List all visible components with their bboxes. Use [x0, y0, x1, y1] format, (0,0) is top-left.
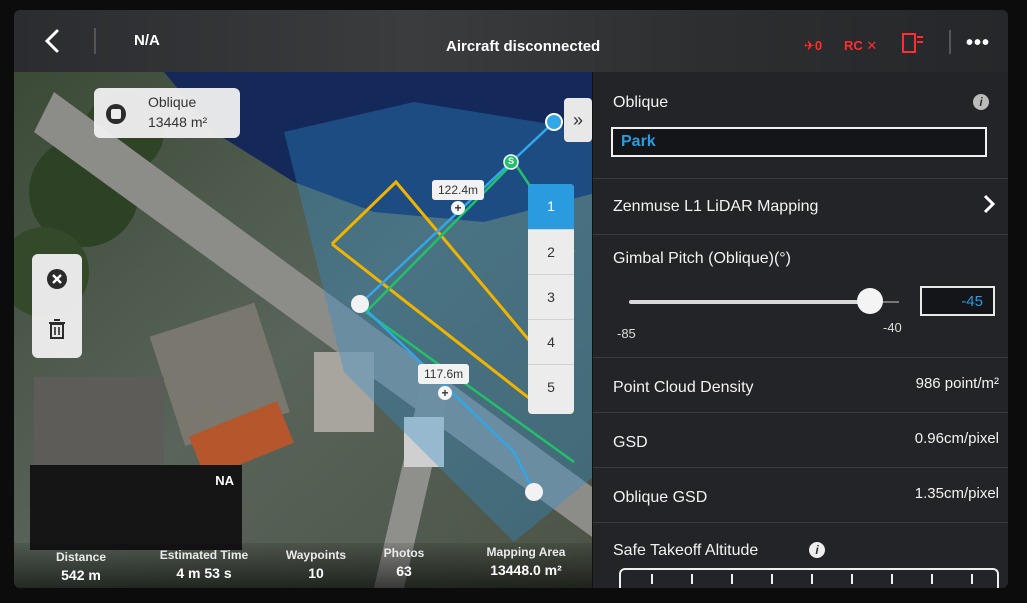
- slider-min-label: -85: [617, 326, 636, 341]
- delete-button[interactable]: [44, 316, 70, 342]
- waypoint-item[interactable]: 2: [528, 229, 574, 275]
- oblique-gsd-label: Oblique GSD: [613, 489, 708, 506]
- top-bar: N/A Aircraft disconnected ✈0 RC ✕ •••: [14, 10, 1008, 72]
- gsd-label: GSD: [613, 434, 648, 451]
- stats-bar: Distance 542 m Estimated Time 4 m 53 s W…: [14, 543, 599, 588]
- rc-status: RC ✕: [844, 38, 878, 53]
- divider: [94, 28, 96, 54]
- chevron-right-icon: [981, 194, 997, 219]
- settings-panel: Oblique i Zenmuse L1 LiDAR Mapping Gimba…: [592, 72, 1008, 588]
- stat-photos: Photos 63: [366, 546, 442, 579]
- gimbal-pitch-input[interactable]: [920, 286, 995, 316]
- mission-stats: NA Distance 542 m Estimated Time 4 m 53 …: [14, 465, 599, 588]
- area-name: Oblique: [148, 94, 197, 110]
- safe-takeoff-row: Safe Takeoff Altitude i: [593, 522, 1008, 588]
- signal-status: N/A: [134, 32, 160, 49]
- gimbal-pitch-row: Gimbal Pitch (Oblique)(°) -85 -40: [593, 234, 1008, 358]
- area-info-card: Oblique 13448 m²: [94, 88, 240, 138]
- chevron-left-icon: [44, 29, 59, 53]
- waypoint-item[interactable]: 5: [528, 364, 574, 410]
- altitude-ruler[interactable]: [619, 568, 999, 588]
- info-icon[interactable]: i: [809, 542, 825, 558]
- edge-length-label: 122.4m: [432, 180, 485, 200]
- waypoint-item[interactable]: 3: [528, 274, 574, 320]
- point-cloud-value: 986 point/m²: [915, 375, 999, 392]
- more-menu-button[interactable]: •••: [966, 32, 990, 55]
- stat-value: 13448.0 m²: [490, 562, 562, 578]
- camera-feed[interactable]: NA: [30, 465, 242, 550]
- gsd-row: GSD 0.96cm/pixel: [593, 412, 1008, 468]
- save-icon[interactable]: [106, 104, 126, 124]
- payload-label: Zenmuse L1 LiDAR Mapping: [613, 198, 819, 215]
- gimbal-pitch-slider[interactable]: [629, 300, 875, 304]
- camera-feed-status: NA: [215, 473, 234, 488]
- mission-name-row: Oblique i: [593, 72, 1008, 179]
- stat-value: 10: [308, 565, 324, 581]
- payload-row[interactable]: Zenmuse L1 LiDAR Mapping: [593, 178, 1008, 235]
- map-tools: [32, 254, 82, 358]
- aircraft-status-icon: ✈0: [804, 38, 823, 53]
- waypoint-item[interactable]: 4: [528, 319, 574, 365]
- oblique-gsd-value: 1.35cm/pixel: [914, 485, 999, 502]
- battery-icon: [900, 28, 928, 56]
- stat-label: Distance: [55, 550, 107, 564]
- mission-name-input[interactable]: [611, 127, 987, 157]
- stat-value: 4 m 53 s: [176, 565, 232, 581]
- start-point-marker: S: [507, 156, 514, 166]
- divider: [949, 30, 951, 54]
- edge-length-label: 117.6m: [418, 364, 470, 384]
- back-button[interactable]: [40, 28, 66, 54]
- waypoint-list: 1 2 3 4 5: [528, 184, 574, 414]
- stat-estimated-time: Estimated Time 4 m 53 s: [144, 548, 264, 581]
- stat-label: Waypoints: [285, 548, 347, 562]
- add-point-icon[interactable]: +: [438, 386, 452, 400]
- stat-waypoints: Waypoints 10: [276, 548, 356, 581]
- area-size: 13448 m²: [148, 114, 208, 130]
- stat-value: 542 m: [61, 567, 101, 583]
- mission-type-label: Oblique: [613, 94, 669, 111]
- waypoint-item[interactable]: 1: [528, 184, 574, 229]
- gimbal-pitch-label: Gimbal Pitch (Oblique)(°): [613, 250, 791, 267]
- stat-mapping-area: Mapping Area 13448.0 m²: [466, 545, 586, 578]
- clear-button[interactable]: [44, 266, 70, 292]
- point-cloud-row: Point Cloud Density 986 point/m²: [593, 357, 1008, 413]
- collapse-panel-button[interactable]: »: [564, 98, 592, 142]
- stat-value: 63: [396, 563, 412, 579]
- trash-icon: [49, 319, 65, 339]
- close-circle-icon: [47, 269, 67, 289]
- add-point-icon[interactable]: +: [451, 201, 465, 215]
- info-icon[interactable]: i: [973, 94, 989, 110]
- point-cloud-label: Point Cloud Density: [613, 379, 754, 396]
- stat-label: Estimated Time: [159, 548, 249, 562]
- stat-label: Mapping Area: [486, 545, 566, 559]
- stat-label: Photos: [383, 546, 425, 560]
- slider-thumb[interactable]: [857, 288, 883, 314]
- connection-status: Aircraft disconnected: [446, 38, 601, 55]
- app-screen: N/A Aircraft disconnected ✈0 RC ✕ ••• 12…: [14, 10, 1008, 588]
- oblique-gsd-row: Oblique GSD 1.35cm/pixel: [593, 467, 1008, 523]
- stat-distance: Distance 542 m: [36, 550, 126, 583]
- gsd-value: 0.96cm/pixel: [914, 430, 999, 447]
- safe-takeoff-label: Safe Takeoff Altitude: [613, 542, 759, 559]
- slider-max-label: -40: [883, 320, 902, 335]
